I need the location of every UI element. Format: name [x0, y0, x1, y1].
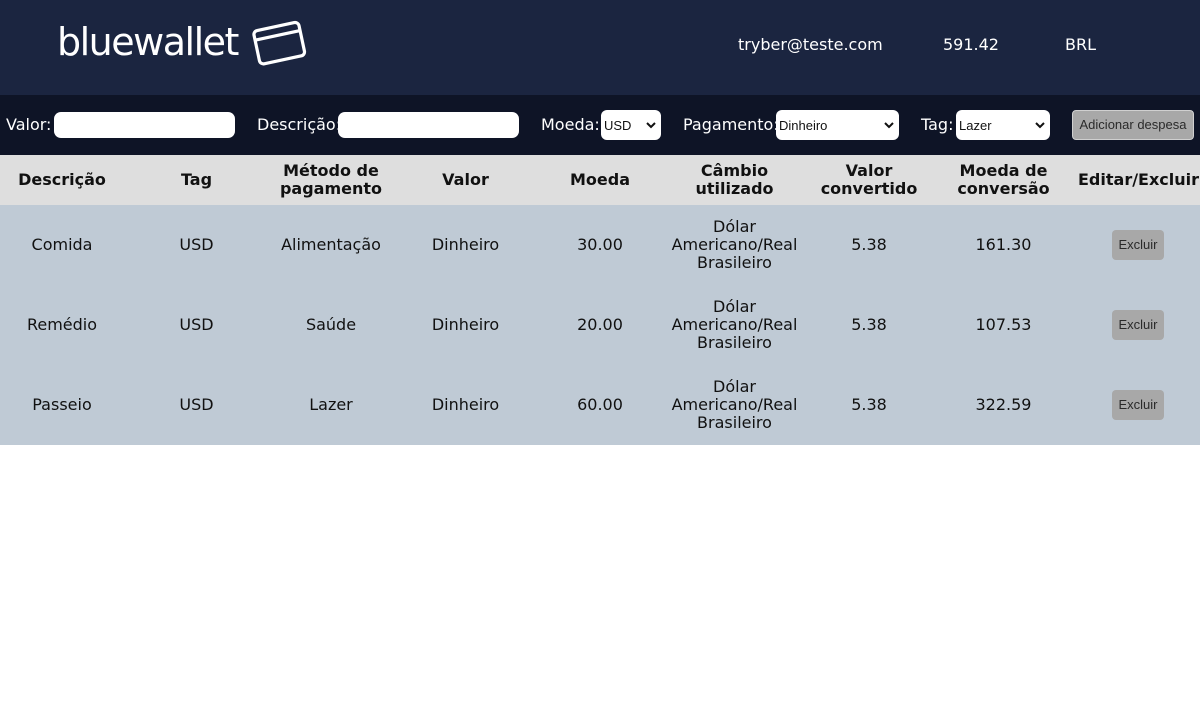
header-currency: BRL [1065, 35, 1097, 54]
table-header-row: Descrição Tag Método de pagamento Valor … [0, 155, 1200, 205]
moeda-label: Moeda: [541, 115, 600, 134]
column-header: Moeda [538, 155, 662, 205]
column-header: Descrição [0, 155, 124, 205]
chevron-down-icon [884, 122, 894, 129]
table-cell: Saúde [269, 285, 393, 365]
table-cell: USD [124, 285, 269, 365]
delete-button[interactable]: Excluir [1112, 230, 1164, 260]
table-cell: Dinheiro [393, 285, 538, 365]
moeda-select[interactable]: USD [601, 110, 661, 140]
table-cell: 5.38 [807, 365, 931, 445]
descricao-input[interactable] [338, 112, 519, 138]
table-cell: USD [124, 205, 269, 285]
delete-button[interactable]: Excluir [1112, 310, 1164, 340]
table-row: Comida USD Alimentação Dinheiro 30.00 Dó… [0, 205, 1200, 285]
table-cell: Dinheiro [393, 205, 538, 285]
wallet-icon [252, 20, 307, 66]
tag-label: Tag: [921, 115, 954, 134]
pagamento-select[interactable]: Dinheiro [776, 110, 899, 140]
tag-select-value: Lazer [959, 117, 992, 133]
table-cell: Dólar Americano/Real Brasileiro [662, 285, 807, 365]
table-row: Passeio USD Lazer Dinheiro 60.00 Dólar A… [0, 365, 1200, 445]
user-email: tryber@teste.com [738, 35, 883, 54]
column-header: Tag [124, 155, 269, 205]
column-header: Valor convertido [807, 155, 931, 205]
table-cell: 60.00 [538, 365, 662, 445]
expense-form: Valor: Descrição: Moeda: USD Pagamento: … [0, 95, 1200, 155]
valor-input[interactable] [54, 112, 235, 138]
table-cell: Dólar Americano/Real Brasileiro [662, 365, 807, 445]
table-row: Remédio USD Saúde Dinheiro 20.00 Dólar A… [0, 285, 1200, 365]
table-cell: 5.38 [807, 205, 931, 285]
valor-label: Valor: [6, 115, 52, 134]
table-cell: Lazer [269, 365, 393, 445]
table-cell: Dinheiro [393, 365, 538, 445]
table-cell: Remédio [0, 285, 124, 365]
pagamento-label: Pagamento: [683, 115, 779, 134]
delete-button[interactable]: Excluir [1112, 390, 1164, 420]
table-cell: Dólar Americano/Real Brasileiro [662, 205, 807, 285]
table-cell: 107.53 [931, 285, 1076, 365]
table-cell: 161.30 [931, 205, 1076, 285]
column-header: Valor [393, 155, 538, 205]
app-header: bluewallet tryber@teste.com 591.42 BRL [0, 0, 1200, 95]
logo: bluewallet [57, 20, 239, 64]
chevron-down-icon [646, 122, 656, 129]
table-cell: USD [124, 365, 269, 445]
table-cell: Excluir [1076, 285, 1200, 365]
table-cell: Passeio [0, 365, 124, 445]
table-cell: 20.00 [538, 285, 662, 365]
column-header: Método de pagamento [269, 155, 393, 205]
table-cell: 322.59 [931, 365, 1076, 445]
table-cell: Alimentação [269, 205, 393, 285]
tag-select[interactable]: Lazer [956, 110, 1050, 140]
column-header: Editar/Excluir [1076, 155, 1200, 205]
table-cell: Excluir [1076, 205, 1200, 285]
total-expenses: 591.42 [943, 35, 999, 54]
moeda-select-value: USD [604, 117, 632, 133]
table-cell: 30.00 [538, 205, 662, 285]
table-cell: 5.38 [807, 285, 931, 365]
column-header: Moeda de conversão [931, 155, 1076, 205]
column-header: Câmbio utilizado [662, 155, 807, 205]
expenses-table: Descrição Tag Método de pagamento Valor … [0, 155, 1200, 445]
pagamento-select-value: Dinheiro [779, 117, 828, 133]
chevron-down-icon [1035, 122, 1045, 129]
add-expense-button[interactable]: Adicionar despesa [1072, 110, 1194, 140]
table-cell: Comida [0, 205, 124, 285]
descricao-label: Descrição: [257, 115, 342, 134]
table-cell: Excluir [1076, 365, 1200, 445]
